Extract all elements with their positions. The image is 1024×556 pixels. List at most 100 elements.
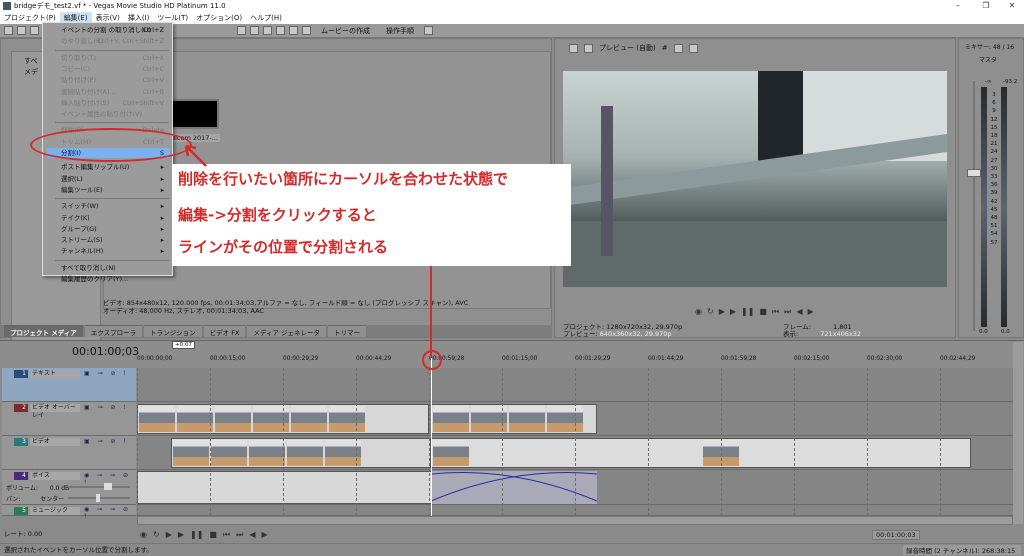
video-event[interactable] <box>431 404 597 434</box>
stop-icon[interactable]: ■ <box>759 307 767 317</box>
menu-item-13[interactable]: 編集ツール(E) ▸ <box>47 185 170 195</box>
menu-item-11[interactable]: ポスト編集リップル(U) ▸ <box>47 162 170 172</box>
menu-item-1[interactable]: のやり直し(R) Ctrl+Y, Ctrl+Shift+Z <box>47 36 170 46</box>
menu-item-15[interactable]: テイク(K) ▸ <box>47 213 170 223</box>
track-controls-icon[interactable]: ▣ ⊸ ⊘ ! <box>84 438 129 445</box>
guide-button[interactable]: 操作手順 <box>386 26 414 36</box>
copy-snapshot-icon[interactable] <box>673 43 683 53</box>
tab-project-media[interactable]: プロジェクト メディア <box>4 325 83 337</box>
tab-video-fx[interactable]: ビデオ FX <box>203 325 246 337</box>
video-event[interactable] <box>431 438 971 468</box>
track-header-voice[interactable]: 4 ボイス ◉ ⊸ ⊸ ⊘ ! ボリューム: 0.0 dB パン: センター <box>2 470 136 505</box>
next-frame-icon[interactable]: ▶ <box>808 307 814 317</box>
go-end-icon[interactable]: ⏭ <box>784 307 791 317</box>
prev-frame-icon[interactable]: ◀ <box>796 307 802 317</box>
menu-item-5[interactable]: 連続貼り付け(A)... Ctrl+B <box>47 87 170 97</box>
record-icon[interactable]: ◉ <box>140 530 147 540</box>
menu-item-12[interactable]: 選択(L) ▸ <box>47 174 170 184</box>
menu-item-shortcut: Ctrl+X <box>142 53 164 62</box>
menu-item-7[interactable]: イベント属性の貼り付け(V) <box>47 109 170 119</box>
tab-transitions[interactable]: トランジション <box>144 325 202 337</box>
menu-item-18[interactable]: チャンネル(H) ▸ <box>47 246 170 256</box>
pan-slider[interactable] <box>68 494 130 502</box>
pause-icon[interactable]: ❚❚ <box>190 530 203 540</box>
play-icon[interactable]: ▶ <box>730 307 736 317</box>
tab-trimmer[interactable]: トリマー <box>328 325 367 337</box>
zoom-out-icon[interactable] <box>302 26 311 35</box>
track-header-video[interactable]: 3 ビデオ ▣ ⊸ ⊘ ! <box>2 436 136 470</box>
menu-item-3[interactable]: コピー(C) Ctrl+C <box>47 64 170 74</box>
menu-item-shortcut: ▸ <box>160 185 164 194</box>
timeline-horizontal-scrollbar[interactable] <box>137 516 1013 525</box>
menu-item-16[interactable]: グループ(G) ▸ <box>47 224 170 234</box>
envelope-tool-icon[interactable] <box>276 26 285 35</box>
menu-item-14[interactable]: スイッチ(W) ▸ <box>47 201 170 211</box>
snap-icon[interactable] <box>250 26 259 35</box>
menu-item-6[interactable]: 挿入貼り付け(S) Ctrl+Shift+V <box>47 98 170 108</box>
grid-line <box>575 368 576 516</box>
cursor-time-field[interactable]: 00:01:00;03 <box>872 530 920 540</box>
tab-media-generators[interactable]: メディア ジェネレータ <box>247 325 327 337</box>
record-icon[interactable]: ◉ <box>695 307 702 317</box>
edit-tool-icon[interactable] <box>263 26 272 35</box>
track-header-text[interactable]: 1 テキスト ▣ ⊸ ⊘ ! <box>2 368 136 402</box>
track-name[interactable]: ミュージック <box>30 507 80 515</box>
help-icon[interactable] <box>424 26 433 35</box>
track-name[interactable]: テキスト <box>30 370 80 378</box>
track-controls-icon[interactable]: ◉ ⊸ ⊸ ⊘ ! <box>84 506 136 520</box>
go-start-icon[interactable]: ⏮ <box>772 307 779 317</box>
track-name[interactable]: ボイス <box>30 472 80 480</box>
play-from-start-icon[interactable]: ▶ <box>166 530 172 540</box>
track-number: 1 <box>14 370 28 378</box>
track-header-video-overlay[interactable]: 2 ビデオ オーバーレイ ▣ ⊸ ⊘ ! <box>2 402 136 436</box>
timeline-cursor[interactable] <box>431 356 432 516</box>
restore-button[interactable]: ❐ <box>976 0 996 12</box>
menu-item-2[interactable]: 切り取り(T) Ctrl+X <box>47 53 170 63</box>
loop-icon[interactable]: ↻ <box>153 530 160 540</box>
menu-item-20[interactable]: 編集履歴のクリア(Y)... <box>47 274 170 284</box>
stop-icon[interactable]: ■ <box>209 530 217 540</box>
go-end-icon[interactable]: ⏭ <box>236 530 243 540</box>
new-icon[interactable] <box>4 26 13 35</box>
tool-icon[interactable] <box>237 26 246 35</box>
play-icon[interactable]: ▶ <box>178 530 184 540</box>
timeline-vertical-scrollbar[interactable] <box>1013 342 1023 524</box>
audio-crossfade[interactable] <box>430 471 598 504</box>
master-fader-handle[interactable] <box>967 169 981 177</box>
menu-item-17[interactable]: ストリーム(S) ▸ <box>47 235 170 245</box>
go-start-icon[interactable]: ⏮ <box>223 530 230 540</box>
menu-options[interactable]: オプション(O) <box>192 12 246 24</box>
master-fader-track[interactable] <box>973 81 975 331</box>
menu-item-19[interactable]: すべて取り消し(N) <box>47 263 170 273</box>
preview-quality-dropdown[interactable]: プレビュー (自動) <box>599 43 656 53</box>
next-frame-icon[interactable]: ▶ <box>262 530 268 540</box>
minimize-button[interactable]: – <box>948 0 968 12</box>
loop-icon[interactable]: ↻ <box>707 307 714 317</box>
monitor-icon[interactable] <box>584 43 593 53</box>
media-thumbnail[interactable] <box>171 99 219 129</box>
timeline-ruler[interactable]: 00:00:00;00 00:00:15;00 00:00:29;29 00:00:4… <box>137 356 1013 368</box>
menu-help[interactable]: ヘルプ(H) <box>246 12 286 24</box>
track-controls-icon[interactable]: ▣ ⊸ ⊘ ! <box>84 370 129 377</box>
make-movie-button[interactable]: ムービーの作成 <box>321 26 370 36</box>
menu-item-4[interactable]: 貼り付け(P) Ctrl+V <box>47 75 170 85</box>
zoom-tool-icon[interactable] <box>289 26 298 35</box>
playback-rate[interactable]: レート: 0.00 <box>4 528 42 538</box>
track-header-music[interactable]: 5 ミュージック ◉ ⊸ ⊸ ⊘ ! <box>2 505 136 520</box>
volume-slider[interactable] <box>68 483 130 490</box>
overlay-grid-icon[interactable]: # <box>662 44 668 52</box>
track-name[interactable]: ビデオ オーバーレイ <box>30 404 80 419</box>
preview-props-icon[interactable] <box>569 43 578 53</box>
save-icon[interactable] <box>30 26 39 35</box>
close-button[interactable]: ✕ <box>1002 0 1022 12</box>
prev-frame-icon[interactable]: ◀ <box>249 530 255 540</box>
pause-icon[interactable]: ❚❚ <box>741 307 754 317</box>
save-snapshot-icon[interactable] <box>688 43 698 53</box>
menu-item-0[interactable]: イベントの分割 の取り消し(U) Ctrl+Z <box>47 25 170 35</box>
track-controls-icon[interactable]: ▣ ⊸ ⊘ ! <box>84 404 129 411</box>
track-name[interactable]: ビデオ <box>30 438 80 446</box>
open-icon[interactable] <box>17 26 26 35</box>
preview-value: 640x360x32, 29.970p <box>599 330 672 338</box>
tab-explorer[interactable]: エクスプローラ <box>84 325 143 337</box>
play-from-start-icon[interactable]: ▶ <box>719 307 725 317</box>
